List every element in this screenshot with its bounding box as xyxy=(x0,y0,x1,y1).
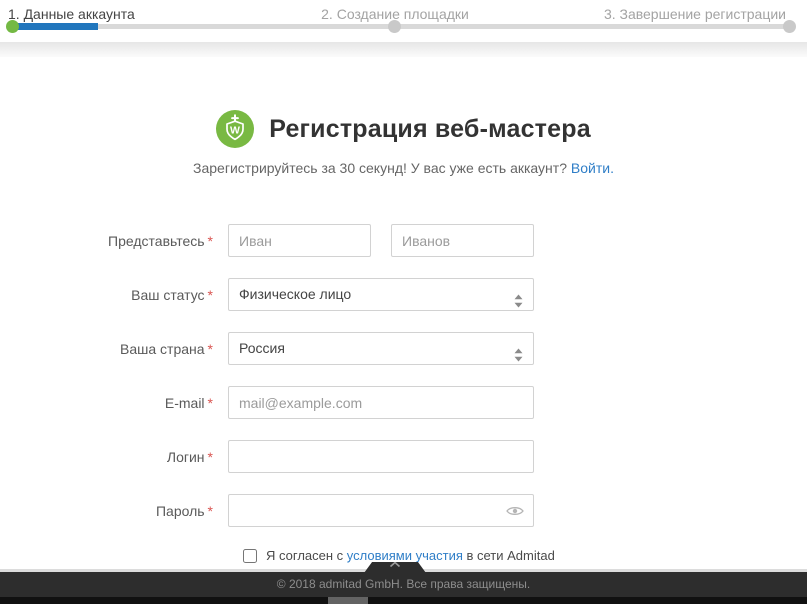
required-marker: * xyxy=(207,394,213,411)
required-marker: * xyxy=(207,232,213,249)
name-row: Представьтесь * xyxy=(0,224,807,257)
step-2-dot xyxy=(388,20,401,33)
terms-checkbox[interactable] xyxy=(243,548,257,563)
status-select-value: Физическое лицо xyxy=(239,286,352,302)
status-label: Ваш статус * xyxy=(131,286,213,303)
bottom-strip xyxy=(0,597,807,604)
email-input[interactable] xyxy=(228,386,534,419)
page-title: Регистрация веб-мастера xyxy=(269,114,591,143)
registration-form: Представьтесь* Ваш статус* Физическое ли… xyxy=(0,224,807,563)
svg-text:W: W xyxy=(230,125,240,137)
subtitle: Зарегистрируйтесь за 30 секунд! У вас уж… xyxy=(0,160,807,176)
step-3-label: 3. Завершение регистрации xyxy=(603,6,786,22)
header-shadow xyxy=(0,42,807,57)
subtitle-text: Зарегистрируйтесь за 30 секунд! У вас уж… xyxy=(193,160,571,176)
email-label: E-mail * xyxy=(164,394,213,411)
login-input[interactable] xyxy=(228,440,534,473)
password-input[interactable] xyxy=(228,494,534,527)
status-row: Ваш статус * Физическое лицо xyxy=(0,278,807,311)
required-marker: * xyxy=(207,448,213,465)
password-label: Пароль * xyxy=(155,502,213,519)
password-row: Пароль * xyxy=(0,494,807,527)
agreement-row: Я согласен с условиями участия в сети Ad… xyxy=(243,548,807,563)
updown-arrows-icon xyxy=(514,342,523,373)
wizard-steps-bar: 1. Данные аккаунта 2. Создание площадки … xyxy=(0,0,807,42)
copyright-text: © 2018 admitad GmbH. Все права защищены. xyxy=(276,577,531,591)
brand-block: W Регистрация веб-мастера xyxy=(0,110,807,153)
progress-track xyxy=(12,24,792,29)
login-row: Логин * xyxy=(0,440,807,473)
country-row: Ваша страна * Россия xyxy=(0,332,807,365)
login-link[interactable]: Войти. xyxy=(571,160,614,176)
progress-fill xyxy=(12,23,98,30)
step-1-label: 1. Данные аккаунта xyxy=(8,6,135,22)
show-password-eye-icon[interactable] xyxy=(506,504,524,522)
login-label: Логин * xyxy=(166,448,213,465)
agreement-text-prefix: Я согласен с xyxy=(266,548,347,563)
name-label: Представьтесь * xyxy=(108,232,213,249)
terms-link[interactable]: условиями участия xyxy=(347,548,463,563)
email-row: E-mail * xyxy=(0,386,807,419)
country-label: Ваша страна * xyxy=(120,340,213,357)
last-name-input[interactable] xyxy=(391,224,534,257)
country-select-value: Россия xyxy=(239,340,285,356)
horizontal-scrollbar-thumb[interactable] xyxy=(328,597,368,604)
agreement-text-suffix: в сети Admitad xyxy=(462,548,555,563)
step-1-dot xyxy=(6,20,19,33)
updown-arrows-icon xyxy=(514,288,523,319)
step-3-dot xyxy=(783,20,796,33)
country-select[interactable]: Россия xyxy=(228,332,534,365)
required-marker: * xyxy=(207,286,213,303)
required-marker: * xyxy=(207,340,213,357)
footer-bar: © 2018 admitad GmbH. Все права защищены. xyxy=(0,572,807,597)
required-marker: * xyxy=(207,502,213,519)
status-select[interactable]: Физическое лицо xyxy=(228,278,534,311)
first-name-input[interactable] xyxy=(228,224,371,257)
admitad-webmaster-logo-icon: W xyxy=(216,110,255,148)
